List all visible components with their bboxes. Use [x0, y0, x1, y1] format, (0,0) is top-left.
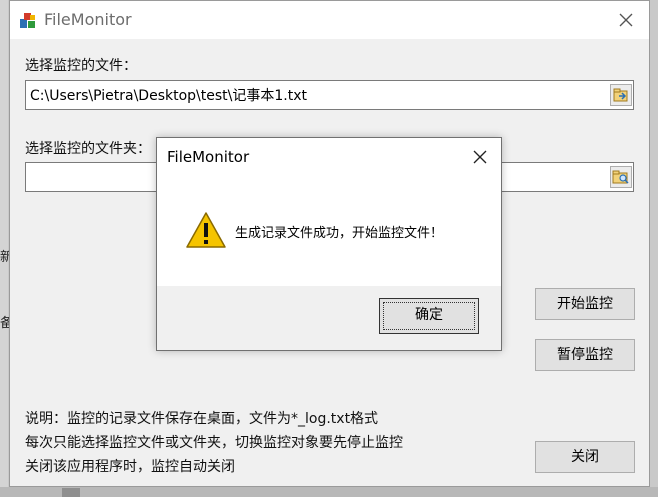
folder-search-icon — [612, 170, 629, 184]
focus-ring — [383, 302, 475, 330]
message-dialog: FileMonitor 生成记录文件成功，开始监控文件！ 确定 — [156, 137, 502, 351]
background-taskbar-edge — [0, 487, 658, 497]
note-line: 每次只能选择监控文件或文件夹，切换监控对象要先停止监控 — [25, 435, 403, 451]
note-line: 说明：监控的记录文件保存在桌面，文件为*_log.txt格式 — [25, 411, 379, 427]
close-app-button[interactable]: 关闭 — [535, 441, 635, 473]
folder-label: 选择监控的文件夹： — [25, 141, 151, 157]
app-icon — [20, 13, 35, 28]
background-element — [62, 488, 80, 497]
file-label: 选择监控的文件： — [25, 58, 137, 74]
note-line: 关闭该应用程序时，监控自动关闭 — [25, 459, 235, 475]
dialog-body: FileMonitor 生成记录文件成功，开始监控文件！ — [157, 138, 501, 286]
browse-file-button[interactable] — [610, 84, 632, 106]
pause-monitor-button[interactable]: 暂停监控 — [535, 339, 635, 371]
dialog-message: 生成记录文件成功，开始监控文件！ — [235, 226, 444, 241]
close-icon[interactable] — [611, 5, 641, 35]
title-bar: FileMonitor — [10, 1, 649, 39]
file-path-input[interactable]: C:\Users\Pietra\Desktop\test\记事本1.txt — [25, 80, 634, 110]
window-title: FileMonitor — [44, 10, 132, 29]
start-monitor-button[interactable]: 开始监控 — [535, 288, 635, 320]
open-file-icon — [613, 88, 628, 102]
warning-icon — [186, 212, 226, 248]
browse-folder-button[interactable] — [610, 166, 632, 188]
ok-button[interactable]: 确定 — [379, 298, 479, 334]
dialog-title: FileMonitor — [167, 148, 250, 166]
close-icon[interactable] — [469, 146, 491, 168]
